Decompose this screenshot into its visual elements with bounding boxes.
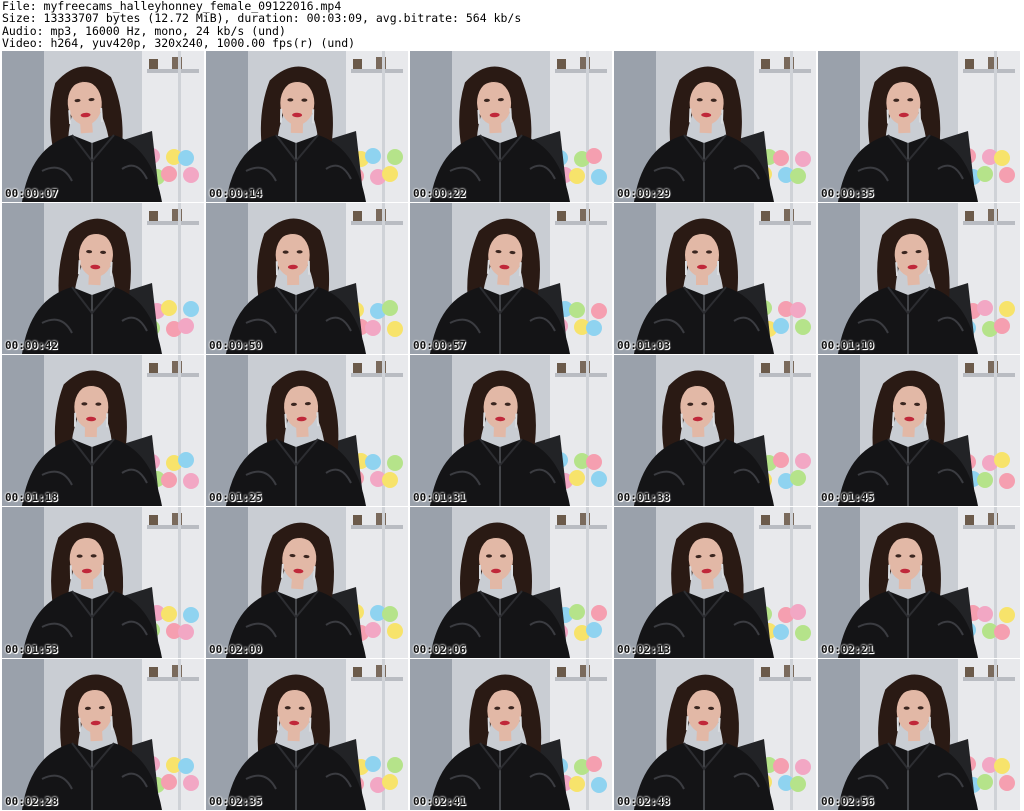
thumbnail-timestamp: 00:00:50 bbox=[209, 339, 262, 352]
thumbnail-timestamp: 00:02:00 bbox=[209, 643, 262, 656]
video-frame bbox=[614, 659, 816, 810]
video-thumbnail: 00:01:25 bbox=[206, 355, 408, 506]
file-info-header: File: myfreecams_halleyhonney_female_091… bbox=[2, 0, 1022, 50]
thumbnail-timestamp: 00:02:56 bbox=[821, 795, 874, 808]
thumbnail-grid: 00:00:07 00:00:14 00:00:22 00:00:29 00:0… bbox=[0, 51, 1024, 811]
video-frame bbox=[410, 659, 612, 810]
video-frame bbox=[2, 355, 204, 506]
video-frame bbox=[818, 355, 1020, 506]
video-info-line: Video: h264, yuv420p, 320x240, 1000.00 f… bbox=[2, 36, 356, 51]
video-thumbnail: 00:00:14 bbox=[206, 51, 408, 202]
video-thumbnail: 00:01:38 bbox=[614, 355, 816, 506]
thumbnail-timestamp: 00:00:07 bbox=[5, 187, 58, 200]
video-thumbnail: 00:02:28 bbox=[2, 659, 204, 810]
video-frame bbox=[818, 507, 1020, 658]
thumbnail-timestamp: 00:01:45 bbox=[821, 491, 874, 504]
thumbnail-timestamp: 00:01:03 bbox=[617, 339, 670, 352]
thumbnail-timestamp: 00:02:13 bbox=[617, 643, 670, 656]
video-frame bbox=[206, 51, 408, 202]
video-frame bbox=[410, 203, 612, 354]
file-size-line: Size: 13333707 bytes (12.72 MiB), durati… bbox=[2, 11, 522, 26]
video-frame bbox=[206, 659, 408, 810]
video-thumbnail: 00:00:35 bbox=[818, 51, 1020, 202]
video-frame bbox=[614, 203, 816, 354]
video-frame bbox=[2, 507, 204, 658]
video-thumbnail: 00:02:06 bbox=[410, 507, 612, 658]
video-frame bbox=[818, 51, 1020, 202]
video-thumbnail: 00:01:18 bbox=[2, 355, 204, 506]
thumbnail-timestamp: 00:00:57 bbox=[413, 339, 466, 352]
video-thumbnail: 00:02:35 bbox=[206, 659, 408, 810]
video-frame bbox=[818, 203, 1020, 354]
thumbnail-timestamp: 00:00:29 bbox=[617, 187, 670, 200]
video-frame bbox=[2, 51, 204, 202]
thumbnail-timestamp: 00:02:41 bbox=[413, 795, 466, 808]
video-frame bbox=[614, 51, 816, 202]
video-thumbnail: 00:01:31 bbox=[410, 355, 612, 506]
video-frame bbox=[410, 507, 612, 658]
thumbnail-timestamp: 00:00:22 bbox=[413, 187, 466, 200]
video-thumbnail: 00:01:45 bbox=[818, 355, 1020, 506]
video-frame bbox=[410, 355, 612, 506]
video-thumbnail: 00:00:22 bbox=[410, 51, 612, 202]
video-frame bbox=[410, 51, 612, 202]
thumbnail-timestamp: 00:02:35 bbox=[209, 795, 262, 808]
thumbnail-timestamp: 00:00:42 bbox=[5, 339, 58, 352]
video-frame bbox=[2, 203, 204, 354]
thumbnail-timestamp: 00:01:25 bbox=[209, 491, 262, 504]
thumbnail-timestamp: 00:00:14 bbox=[209, 187, 262, 200]
video-thumbnail: 00:02:56 bbox=[818, 659, 1020, 810]
video-frame bbox=[206, 355, 408, 506]
thumbnail-timestamp: 00:01:10 bbox=[821, 339, 874, 352]
video-thumbnail: 00:01:03 bbox=[614, 203, 816, 354]
video-thumbnail: 00:00:07 bbox=[2, 51, 204, 202]
video-thumbnail: 00:00:42 bbox=[2, 203, 204, 354]
video-frame bbox=[614, 507, 816, 658]
video-frame bbox=[2, 659, 204, 810]
thumbnail-timestamp: 00:02:21 bbox=[821, 643, 874, 656]
thumbnail-timestamp: 00:02:28 bbox=[5, 795, 58, 808]
video-thumbnail: 00:02:21 bbox=[818, 507, 1020, 658]
video-thumbnail: 00:00:50 bbox=[206, 203, 408, 354]
thumbnail-timestamp: 00:01:31 bbox=[413, 491, 466, 504]
video-thumbnail: 00:02:13 bbox=[614, 507, 816, 658]
video-frame bbox=[818, 659, 1020, 810]
video-frame bbox=[206, 203, 408, 354]
thumbnail-timestamp: 00:02:06 bbox=[413, 643, 466, 656]
thumbnail-timestamp: 00:01:38 bbox=[617, 491, 670, 504]
video-frame bbox=[206, 507, 408, 658]
video-thumbnail: 00:00:57 bbox=[410, 203, 612, 354]
thumbnail-timestamp: 00:01:18 bbox=[5, 491, 58, 504]
video-frame bbox=[614, 355, 816, 506]
video-thumbnail: 00:00:29 bbox=[614, 51, 816, 202]
video-thumbnail: 00:01:10 bbox=[818, 203, 1020, 354]
video-thumbnail: 00:02:41 bbox=[410, 659, 612, 810]
video-thumbnail: 00:02:48 bbox=[614, 659, 816, 810]
thumbnail-timestamp: 00:02:48 bbox=[617, 795, 670, 808]
video-thumbnail: 00:01:53 bbox=[2, 507, 204, 658]
video-thumbnail: 00:02:00 bbox=[206, 507, 408, 658]
thumbnail-timestamp: 00:01:53 bbox=[5, 643, 58, 656]
thumbnail-timestamp: 00:00:35 bbox=[821, 187, 874, 200]
